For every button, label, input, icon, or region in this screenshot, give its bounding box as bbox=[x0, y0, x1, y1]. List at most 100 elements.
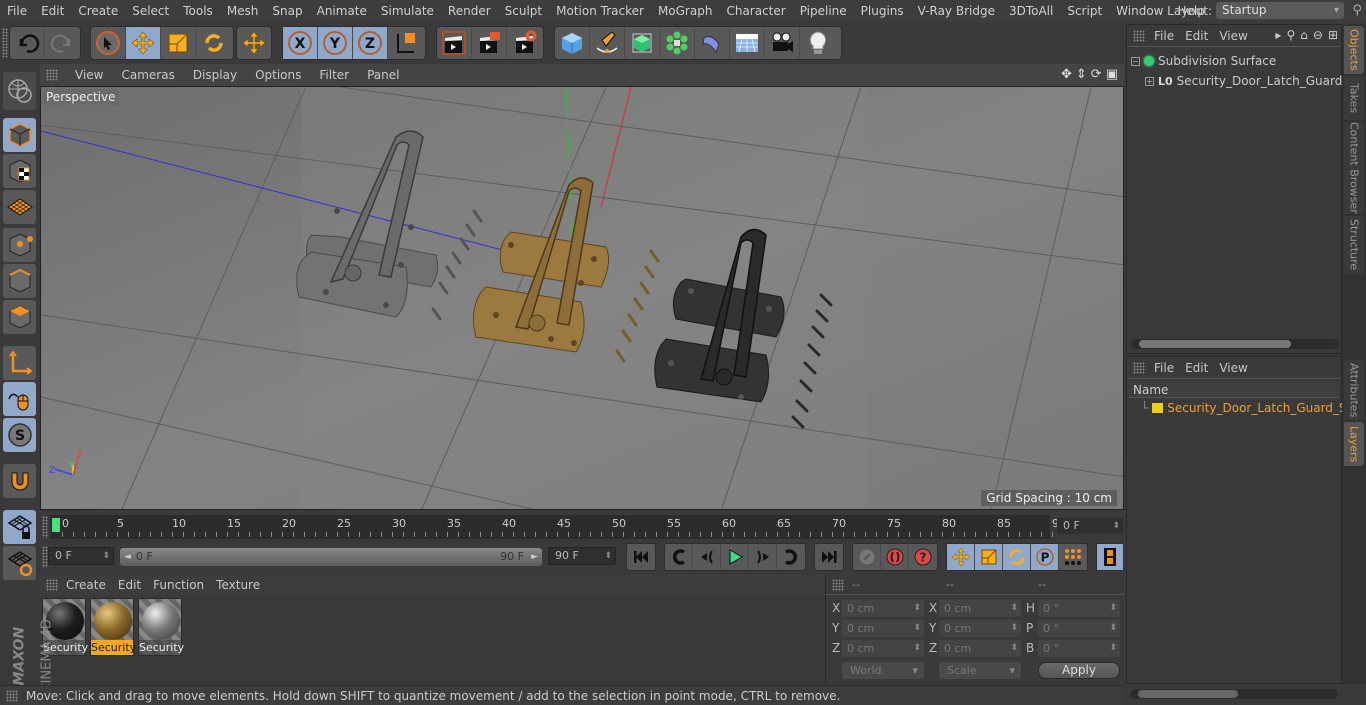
menu-render[interactable]: Render bbox=[441, 0, 498, 22]
workplane-mode-button[interactable] bbox=[3, 190, 36, 224]
parameter-key-button[interactable]: P bbox=[1031, 544, 1059, 570]
material-menu-create[interactable]: Create bbox=[60, 578, 112, 592]
layer-name-column-header[interactable]: Name bbox=[1129, 382, 1339, 398]
material-menu-texture[interactable]: Texture bbox=[210, 578, 266, 592]
workplane-lock-button[interactable] bbox=[3, 510, 36, 544]
render-to-picture-viewer-button[interactable] bbox=[472, 27, 507, 59]
layer-menu-file[interactable]: File bbox=[1151, 361, 1182, 375]
viewport-menu-display[interactable]: Display bbox=[184, 68, 246, 82]
status-grip[interactable] bbox=[6, 690, 18, 702]
max-time-field[interactable]: 90 F ⬍ bbox=[548, 547, 616, 565]
object-menu-edit[interactable]: Edit bbox=[1182, 29, 1216, 43]
tab-objects[interactable]: Objects bbox=[1344, 26, 1364, 74]
floor-button[interactable] bbox=[730, 27, 765, 59]
prev-frame-button[interactable] bbox=[693, 544, 721, 570]
size-x-field[interactable]: 0 cm ⬍ bbox=[939, 600, 1021, 617]
tab-takes[interactable]: Takes bbox=[1344, 76, 1364, 120]
edges-mode-button[interactable] bbox=[3, 264, 36, 298]
polygons-mode-button[interactable] bbox=[3, 300, 36, 334]
timeline-grip[interactable] bbox=[42, 516, 48, 538]
playhead[interactable] bbox=[52, 518, 60, 532]
tree-item-subdivision-surface[interactable]: − Subdivision Surface bbox=[1131, 52, 1276, 70]
coordinate-mode-dropdown[interactable]: World bbox=[842, 662, 924, 679]
scroll-thumb[interactable] bbox=[1138, 690, 1238, 698]
menu-window[interactable]: Window bbox=[1109, 0, 1170, 22]
cloner-button[interactable] bbox=[660, 27, 695, 59]
pos-x-field[interactable]: 0 cm ⬍ bbox=[842, 600, 924, 617]
layer-menu-grip[interactable] bbox=[1133, 362, 1145, 374]
menu-plugins[interactable]: Plugins bbox=[854, 0, 911, 22]
menu-create[interactable]: Create bbox=[71, 0, 125, 22]
model-mode-button[interactable] bbox=[3, 118, 36, 152]
menu-script[interactable]: Script bbox=[1060, 0, 1109, 22]
dolly-icon[interactable]: ⇕ bbox=[1076, 67, 1087, 82]
workplane-align-button[interactable] bbox=[3, 546, 36, 580]
points-mode-button[interactable] bbox=[3, 228, 36, 262]
go-to-end-button[interactable] bbox=[815, 544, 843, 570]
texture-mode-button[interactable] bbox=[3, 154, 36, 188]
pos-z-field[interactable]: 0 cm ⬍ bbox=[842, 640, 924, 657]
search-icon[interactable]: ⚲ bbox=[1352, 3, 1362, 18]
min-time-field[interactable]: 0 F ⬍ bbox=[48, 547, 114, 565]
tree-item-latch-guard-set[interactable]: + L0 Security_Door_Latch_Guard_Set bbox=[1145, 72, 1366, 90]
rotate-button[interactable] bbox=[196, 27, 231, 59]
tab-attributes[interactable]: Attributes bbox=[1344, 360, 1364, 420]
menu-animate[interactable]: Animate bbox=[310, 0, 374, 22]
axis-mode-button[interactable] bbox=[3, 346, 36, 380]
layer-menu-view[interactable]: View bbox=[1216, 361, 1255, 375]
next-frame-button[interactable] bbox=[749, 544, 777, 570]
viewport-menu-panel[interactable]: Panel bbox=[358, 68, 408, 82]
layer-item[interactable]: └ Security_Door_Latch_Guard_Set bbox=[1141, 399, 1359, 417]
menu-mesh[interactable]: Mesh bbox=[220, 0, 266, 22]
position-key-button[interactable] bbox=[947, 544, 975, 570]
view-navigation-button[interactable] bbox=[3, 72, 36, 110]
scale-button[interactable] bbox=[161, 27, 196, 59]
range-right-arrow-icon[interactable]: ► bbox=[531, 548, 538, 566]
material-swatch[interactable]: Security bbox=[138, 598, 184, 656]
expand-toggle[interactable]: + bbox=[1145, 76, 1154, 86]
tab-content-browser[interactable]: Content Browser bbox=[1344, 122, 1364, 214]
orbit-icon[interactable]: ⟳ bbox=[1091, 67, 1102, 82]
pan-icon[interactable]: ✥ bbox=[1061, 67, 1072, 82]
apply-button[interactable]: Apply bbox=[1038, 662, 1120, 679]
preview-range-slider[interactable]: ◄ 0 F 90 F ► bbox=[120, 548, 542, 566]
viewport-menu-cameras[interactable]: Cameras bbox=[112, 68, 183, 82]
new-window-icon[interactable]: ⊞ bbox=[1328, 28, 1338, 42]
material-menu-function[interactable]: Function bbox=[147, 578, 210, 592]
z-axis-button[interactable]: Z bbox=[353, 27, 388, 59]
camera-label[interactable]: Perspective bbox=[43, 89, 119, 105]
search-icon[interactable]: ⚲ bbox=[1286, 28, 1295, 42]
camera-button[interactable] bbox=[765, 27, 800, 59]
pos-y-field[interactable]: 0 cm ⬍ bbox=[842, 620, 924, 637]
render-view-button[interactable] bbox=[437, 27, 472, 59]
material-swatch-selected[interactable]: Security bbox=[90, 598, 136, 656]
menu-vray-bridge[interactable]: V-Ray Bridge bbox=[911, 0, 1002, 22]
object-manager-hscroll[interactable] bbox=[1131, 339, 1339, 349]
x-axis-button[interactable]: X bbox=[283, 27, 318, 59]
solo-button[interactable]: S bbox=[3, 418, 36, 452]
rot-b-field[interactable]: 0 ° ⬍ bbox=[1038, 640, 1120, 657]
motion-record-button[interactable] bbox=[853, 544, 881, 570]
size-z-field[interactable]: 0 cm ⬍ bbox=[939, 640, 1021, 657]
menu-select[interactable]: Select bbox=[125, 0, 176, 22]
toolbar-grip[interactable] bbox=[2, 28, 8, 58]
size-mode-dropdown[interactable]: Scale bbox=[939, 662, 1021, 679]
render-settings-button[interactable] bbox=[507, 27, 542, 59]
menu-motion-tracker[interactable]: Motion Tracker bbox=[549, 0, 651, 22]
material-menu-edit[interactable]: Edit bbox=[112, 578, 147, 592]
collapse-toggle[interactable]: − bbox=[1131, 56, 1140, 66]
coordinate-system-button[interactable] bbox=[388, 27, 423, 59]
menu-file[interactable]: File bbox=[0, 0, 34, 22]
timeline-ruler[interactable]: 051015202530354045505560657075808590 bbox=[50, 515, 1066, 539]
cube-button[interactable] bbox=[555, 27, 590, 59]
current-frame-field[interactable]: 0 F ⬍ bbox=[1057, 518, 1123, 534]
viewport-menu-filter[interactable]: Filter bbox=[310, 68, 358, 82]
bend-deformer-button[interactable] bbox=[695, 27, 730, 59]
tweak-mode-button[interactable] bbox=[3, 382, 36, 416]
tab-layers[interactable]: Layers bbox=[1344, 422, 1364, 466]
go-to-start-button[interactable] bbox=[627, 544, 655, 570]
rotation-key-button[interactable] bbox=[1003, 544, 1031, 570]
viewport-menu-grip[interactable] bbox=[46, 69, 58, 81]
layer-manager-hscroll[interactable] bbox=[1126, 688, 1342, 700]
viewport-menu-view[interactable]: View bbox=[66, 68, 112, 82]
